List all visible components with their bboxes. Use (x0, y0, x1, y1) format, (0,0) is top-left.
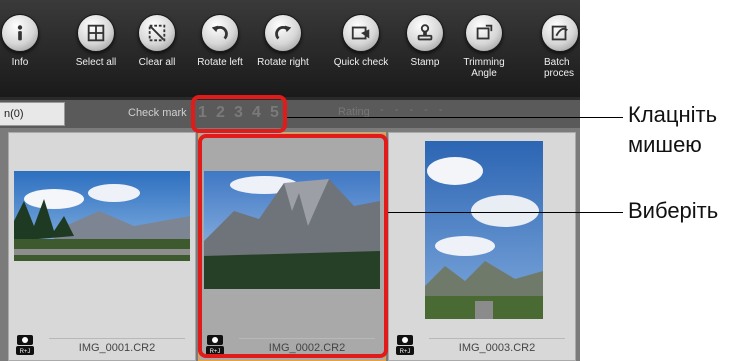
raw-jpeg-camera-icon: R+J (16, 335, 34, 355)
info-button[interactable]: Info (0, 14, 50, 68)
svg-text:R+J: R+J (20, 349, 31, 355)
stamp-label: Stamp (410, 57, 440, 68)
select-all-button[interactable]: Select all (66, 14, 126, 68)
photo-landscape-1 (14, 171, 190, 261)
callout-select: Виберіть (628, 198, 719, 223)
rotate-right-label: Rotate right (257, 57, 309, 68)
rotate-left-label: Rotate left (197, 57, 243, 68)
batch-process-label: Batch proces (544, 57, 575, 79)
trimming-angle-label: Trimming Angle (463, 57, 505, 79)
thumbnail-item[interactable]: R+J IMG_0001.CR2 (8, 132, 196, 361)
callout-click-line-1: Клацніть (628, 102, 718, 127)
quick-check-button[interactable]: Quick check (331, 14, 391, 68)
clear-all-icon (138, 14, 176, 52)
raw-jpeg-camera-icon: R+J (396, 335, 414, 355)
select-all-label: Select all (75, 57, 117, 68)
callout-click-line-2: мишею (628, 132, 702, 157)
toolbar: Info Select all Clear all Rotate left Ro (0, 0, 580, 97)
clear-all-button[interactable]: Clear all (127, 14, 187, 68)
callout-line-click (287, 117, 623, 118)
check-mark-highlight (191, 95, 287, 133)
stamp-icon (406, 14, 444, 52)
thumbnail-filename: IMG_0001.CR2 (49, 338, 185, 354)
trimming-angle-button[interactable]: Trimming Angle (454, 14, 514, 79)
select-all-icon (77, 14, 115, 52)
batch-process-button[interactable]: Batch proces (530, 14, 580, 79)
quick-check-label: Quick check (333, 57, 389, 68)
info-icon (1, 14, 39, 52)
info-label: Info (11, 57, 29, 68)
callout-click: Клацніть мишею (628, 100, 717, 160)
selected-thumbnail-highlight (198, 134, 388, 358)
trimming-angle-icon (465, 14, 503, 52)
rotate-left-icon (201, 14, 239, 52)
rating-stars[interactable]: - - - - - (380, 104, 447, 116)
svg-text:R+J: R+J (400, 349, 411, 355)
stamp-button[interactable]: Stamp (395, 14, 455, 68)
batch-process-icon (541, 14, 579, 52)
callout-line-select (388, 212, 623, 213)
quick-check-icon (342, 14, 380, 52)
rotate-right-icon (264, 14, 302, 52)
check-mark-bar: n(0) Check mark 1 2 3 4 5 Rating - - - -… (0, 100, 580, 128)
thumbnail-filename: IMG_0003.CR2 (429, 338, 565, 354)
folder-tab[interactable]: n(0) (0, 102, 65, 126)
thumbnail-item[interactable]: R+J IMG_0003.CR2 (388, 132, 576, 361)
photo-landscape-3 (425, 141, 543, 319)
clear-all-label: Clear all (138, 57, 176, 68)
check-mark-label: Check mark (128, 107, 187, 119)
rotate-right-button[interactable]: Rotate right (253, 14, 313, 68)
rotate-left-button[interactable]: Rotate left (190, 14, 250, 68)
